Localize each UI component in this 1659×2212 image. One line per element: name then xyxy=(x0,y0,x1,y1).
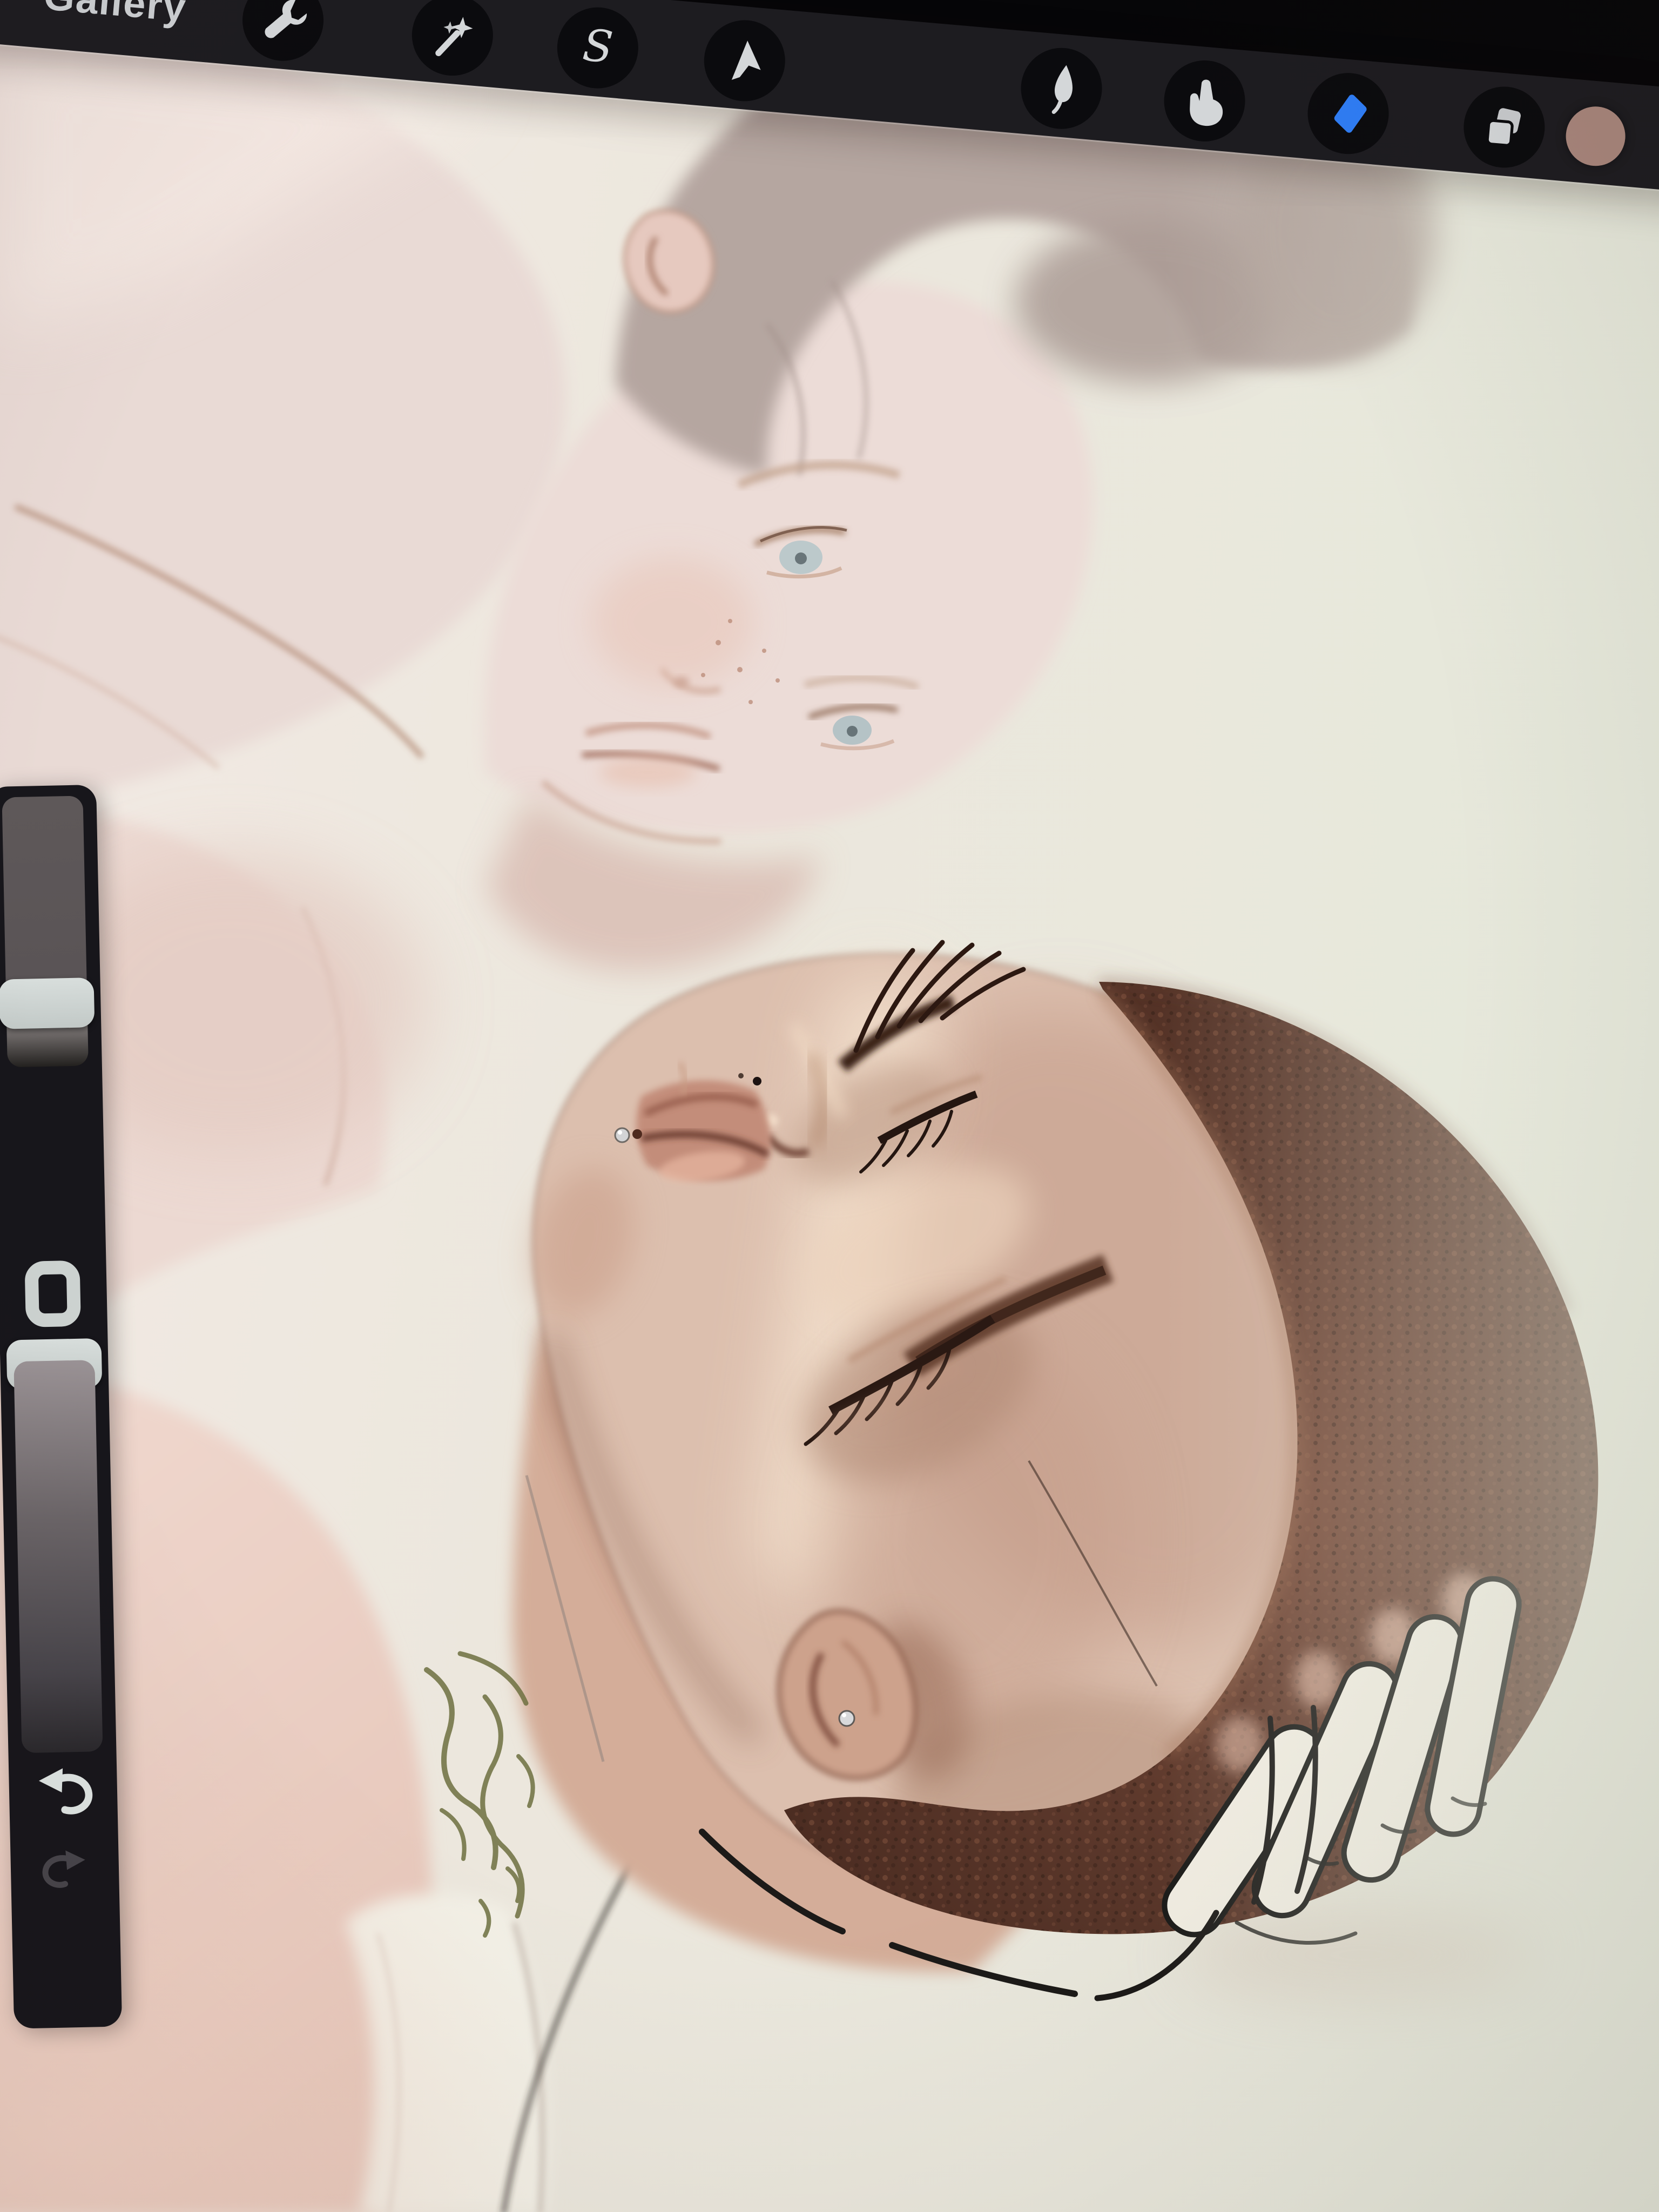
magic-wand-icon xyxy=(422,5,483,66)
undo-button[interactable] xyxy=(29,1754,98,1823)
selection-button[interactable]: S xyxy=(554,4,642,92)
paint-button[interactable] xyxy=(1017,44,1105,132)
smudge-button[interactable] xyxy=(1161,57,1249,145)
wrench-icon xyxy=(253,0,314,51)
undo-arrow-icon xyxy=(29,1754,98,1823)
finger-icon xyxy=(1174,71,1235,132)
color-button[interactable] xyxy=(1561,101,1631,171)
gallery-button[interactable]: Gallery xyxy=(42,0,188,31)
opacity-slider[interactable] xyxy=(14,1360,103,1753)
paintbrush-icon xyxy=(1031,58,1092,119)
eraser-button[interactable] xyxy=(1304,70,1392,158)
adjustments-button[interactable] xyxy=(409,0,497,79)
transform-button[interactable] xyxy=(701,17,789,105)
redo-button[interactable] xyxy=(38,1839,93,1894)
svg-text:S: S xyxy=(581,20,615,73)
s-curve-icon: S xyxy=(567,17,628,78)
layers-button[interactable] xyxy=(1460,83,1548,171)
modify-button[interactable] xyxy=(24,1260,81,1327)
actions-button[interactable] xyxy=(239,0,327,64)
eraser-icon xyxy=(1318,83,1379,144)
arrow-cursor-icon xyxy=(714,30,775,91)
redo-arrow-icon xyxy=(38,1839,93,1894)
canvas-artwork[interactable] xyxy=(0,0,1659,2212)
layers-icon xyxy=(1474,97,1535,158)
brush-size-handle[interactable] xyxy=(0,977,95,1029)
color-swatch xyxy=(1563,104,1628,168)
